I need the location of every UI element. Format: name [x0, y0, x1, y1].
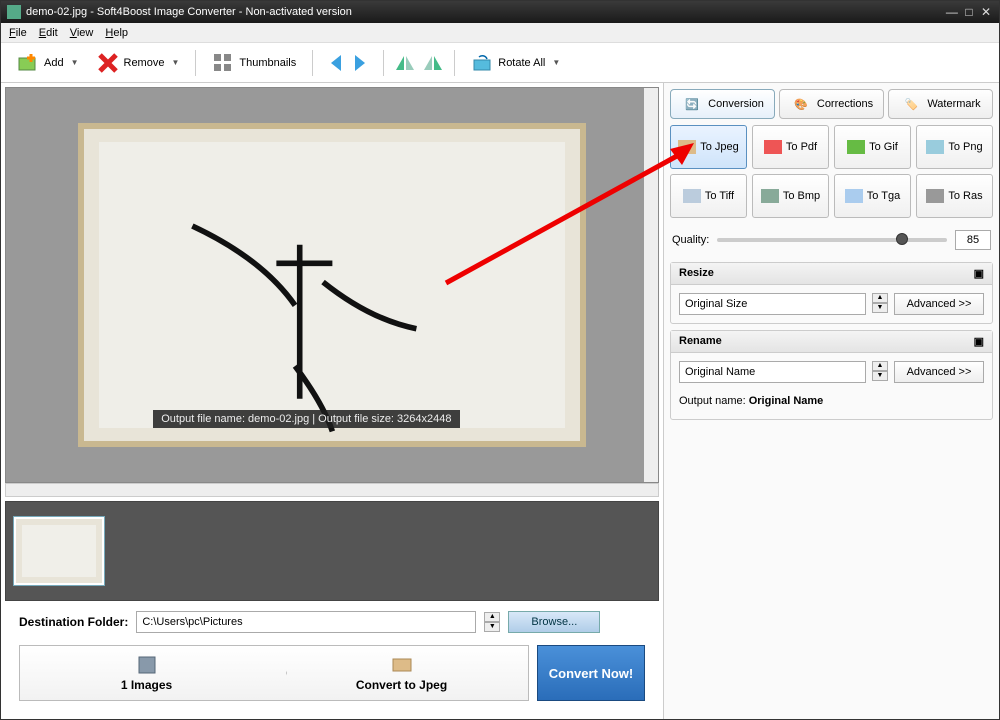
rename-section: Rename▣ Original Name ▲▼ Advanced >> Out… [670, 330, 993, 420]
add-icon [17, 52, 39, 74]
jpeg-icon [391, 654, 413, 676]
vertical-scrollbar[interactable] [644, 88, 658, 482]
format-png[interactable]: To Png [916, 125, 993, 169]
process-row: 1 Images Convert to Jpeg Convert Now! [5, 639, 659, 715]
output-info-overlay: Output file name: demo-02.jpg | Output f… [153, 410, 459, 428]
thumbnail-item[interactable] [14, 517, 104, 585]
preview-area: Output file name: demo-02.jpg | Output f… [5, 87, 659, 483]
minimize-button[interactable]: — [945, 5, 959, 19]
output-name-row: Output name: Original Name [679, 391, 984, 411]
step-format[interactable]: Convert to Jpeg [274, 645, 529, 701]
browse-button[interactable]: Browse... [508, 611, 600, 633]
app-window: demo-02.jpg - Soft4Boost Image Converter… [0, 0, 1000, 720]
sketch-strokes [99, 142, 566, 609]
tab-watermark[interactable]: 🏷️Watermark [888, 89, 993, 119]
format-grid: To Jpeg To Pdf To Gif To Png To Tiff To … [670, 125, 993, 218]
thumbnails-button[interactable]: Thumbnails [206, 48, 302, 78]
quality-label: Quality: [672, 234, 709, 246]
menu-file[interactable]: File [9, 27, 27, 39]
watermark-icon: 🏷️ [900, 93, 922, 115]
collapse-icon[interactable]: ▣ [974, 267, 984, 280]
title-bar: demo-02.jpg - Soft4Boost Image Converter… [1, 1, 999, 23]
resize-select[interactable]: Original Size [679, 293, 866, 315]
quality-slider[interactable] [717, 238, 947, 242]
format-bmp[interactable]: To Bmp [752, 174, 829, 218]
next-icon[interactable] [351, 52, 373, 74]
destination-label: Destination Folder: [19, 615, 128, 629]
toolbar: Add▼ Remove▼ Thumbnails Rotate All▼ [1, 43, 999, 83]
flip-v-icon[interactable] [422, 52, 444, 74]
format-ras[interactable]: To Ras [916, 174, 993, 218]
grid-icon [212, 52, 234, 74]
remove-button[interactable]: Remove▼ [91, 48, 186, 78]
path-up-button[interactable]: ▲ [484, 612, 500, 622]
rename-advanced-button[interactable]: Advanced >> [894, 361, 984, 383]
resize-advanced-button[interactable]: Advanced >> [894, 293, 984, 315]
chevron-down-icon[interactable]: ▼ [552, 58, 560, 67]
quality-row: Quality: [670, 224, 993, 256]
prev-icon[interactable] [323, 52, 345, 74]
menu-view[interactable]: View [70, 27, 94, 39]
rotate-icon [471, 52, 493, 74]
step-images[interactable]: 1 Images [19, 645, 274, 701]
window-title: demo-02.jpg - Soft4Boost Image Converter… [26, 6, 945, 18]
quality-input[interactable] [955, 230, 991, 250]
flip-h-icon[interactable] [394, 52, 416, 74]
add-button[interactable]: Add▼ [11, 48, 85, 78]
convert-now-button[interactable]: Convert Now! [537, 645, 645, 701]
collapse-icon[interactable]: ▣ [974, 335, 984, 348]
resize-header[interactable]: Resize▣ [671, 263, 992, 285]
tabs: 🔄Conversion 🎨Corrections 🏷️Watermark [670, 89, 993, 119]
chevron-down-icon[interactable]: ▼ [171, 58, 179, 67]
images-icon [136, 654, 158, 676]
chevron-down-icon[interactable]: ▼ [71, 58, 79, 67]
output-name-value: Original Name [749, 395, 824, 407]
format-jpeg[interactable]: To Jpeg [670, 125, 747, 169]
format-pdf[interactable]: To Pdf [752, 125, 829, 169]
maximize-button[interactable]: □ [962, 5, 976, 19]
close-button[interactable]: ✕ [979, 5, 993, 19]
format-tiff[interactable]: To Tiff [670, 174, 747, 218]
preview-image[interactable]: Output file name: demo-02.jpg | Output f… [78, 123, 587, 446]
destination-input[interactable]: C:\Users\pc\Pictures [136, 611, 476, 633]
menu-help[interactable]: Help [105, 27, 128, 39]
remove-icon [97, 52, 119, 74]
resize-section: Resize▣ Original Size ▲▼ Advanced >> [670, 262, 993, 324]
right-panel: 🔄Conversion 🎨Corrections 🏷️Watermark To … [663, 83, 999, 719]
corrections-icon: 🎨 [790, 93, 812, 115]
content-area: Output file name: demo-02.jpg | Output f… [1, 83, 999, 719]
app-icon [7, 5, 21, 19]
tab-conversion[interactable]: 🔄Conversion [670, 89, 775, 119]
rename-select[interactable]: Original Name [679, 361, 866, 383]
menu-edit[interactable]: Edit [39, 27, 58, 39]
rename-header[interactable]: Rename▣ [671, 331, 992, 353]
path-down-button[interactable]: ▼ [484, 622, 500, 632]
rotate-all-button[interactable]: Rotate All▼ [465, 48, 566, 78]
menu-bar: File Edit View Help [1, 23, 999, 43]
format-gif[interactable]: To Gif [834, 125, 911, 169]
tab-corrections[interactable]: 🎨Corrections [779, 89, 884, 119]
format-tga[interactable]: To Tga [834, 174, 911, 218]
left-panel: Output file name: demo-02.jpg | Output f… [1, 83, 663, 719]
window-controls: — □ ✕ [945, 5, 993, 19]
conversion-icon: 🔄 [681, 93, 703, 115]
